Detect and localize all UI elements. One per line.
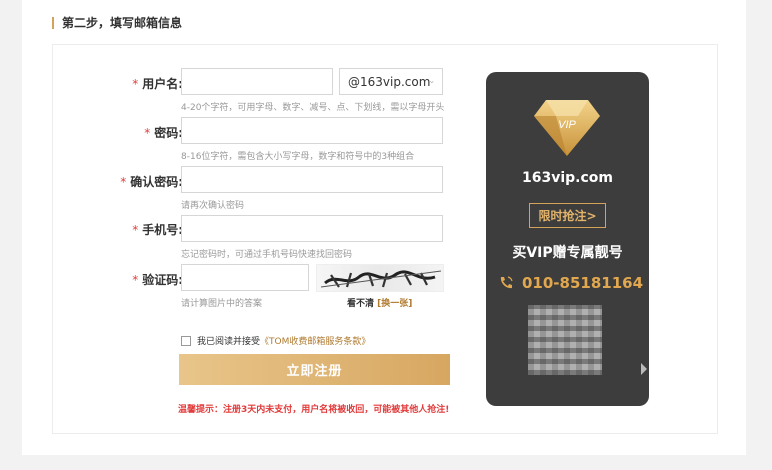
agreement-checkbox[interactable] bbox=[181, 335, 191, 346]
agreement-text: 我已阅读并接受 bbox=[197, 337, 261, 347]
domain-select[interactable]: @163vip.com bbox=[339, 68, 443, 95]
terms-link[interactable]: 《TOM收费邮箱服务条款》 bbox=[260, 334, 370, 347]
agreement-row: 我已阅读并接受 《TOM收费邮箱服务条款》 bbox=[181, 334, 370, 347]
required-mark: * bbox=[120, 175, 127, 189]
captcha-graphic bbox=[320, 270, 442, 288]
password-hint: 8-16位字符，需包含大小写字母，数字和符号中的3种组合 bbox=[181, 152, 415, 162]
phone-label: * 手机号: bbox=[53, 221, 183, 238]
scroll-arrow-icon[interactable] bbox=[641, 363, 647, 375]
vip-phone: 010-85181164 bbox=[498, 274, 643, 292]
captcha-label-text: 验证码: bbox=[142, 273, 183, 287]
password-label-text: 密码: bbox=[154, 126, 183, 140]
confirm-password-label: * 确认密码: bbox=[53, 173, 183, 190]
password-input[interactable] bbox=[181, 117, 443, 144]
qr-code-overlay bbox=[528, 305, 602, 375]
register-button[interactable]: 立即注册 bbox=[179, 354, 450, 385]
required-mark: * bbox=[132, 223, 139, 237]
captcha-image[interactable] bbox=[316, 264, 444, 292]
vip-promo-panel[interactable]: VIP 163vip.com 限时抢注> 买VIP赠专属靓号 010-85181… bbox=[486, 72, 649, 406]
confirm-password-label-text: 确认密码: bbox=[130, 175, 183, 189]
required-mark: * bbox=[132, 77, 139, 91]
phone-icon bbox=[500, 276, 513, 289]
phone-input[interactable] bbox=[181, 215, 443, 242]
captcha-input[interactable] bbox=[181, 264, 309, 291]
required-mark: * bbox=[132, 273, 139, 287]
phone-hint: 忘记密码时，可通过手机号码快速找回密码 bbox=[181, 250, 353, 260]
captcha-refresh-prefix: 看不清 bbox=[347, 299, 378, 309]
username-input[interactable] bbox=[181, 68, 333, 95]
vip-badge-text: VIP bbox=[558, 119, 576, 131]
section-title: 第二步，填写邮箱信息 bbox=[52, 14, 182, 31]
password-label: * 密码: bbox=[53, 124, 183, 141]
domain-select-value: @163vip.com bbox=[348, 74, 431, 89]
username-label-text: 用户名: bbox=[142, 77, 183, 91]
username-label: * 用户名: bbox=[53, 75, 183, 92]
confirm-password-hint: 请再次确认密码 bbox=[181, 201, 245, 211]
chevron-down-icon bbox=[430, 80, 434, 83]
captcha-hint: 请计算图片中的答案 bbox=[181, 299, 263, 309]
vip-slogan: 买VIP赠专属靓号 bbox=[512, 245, 623, 261]
captcha-refresh-link[interactable]: [换一张] bbox=[377, 299, 412, 309]
confirm-password-input[interactable] bbox=[181, 166, 443, 193]
vip-site: 163vip.com bbox=[522, 170, 613, 186]
username-hint: 4-20个字符，可用字母、数字、减号、点、下划线，需以字母开头 bbox=[181, 103, 445, 113]
section-title-bar bbox=[52, 16, 54, 29]
diamond-icon: VIP bbox=[534, 100, 600, 156]
warning-text: 温馨提示：注册3天内未支付，用户名将被收回，可能被其他人抢注! bbox=[178, 405, 450, 415]
captcha-refresh[interactable]: 看不清 [换一张] bbox=[347, 296, 412, 309]
captcha-label: * 验证码: bbox=[53, 271, 183, 288]
vip-phone-number: 010-85181164 bbox=[522, 274, 644, 292]
required-mark: * bbox=[144, 126, 151, 140]
rush-register-button[interactable]: 限时抢注> bbox=[529, 203, 606, 228]
phone-label-text: 手机号: bbox=[142, 223, 183, 237]
section-title-text: 第二步，填写邮箱信息 bbox=[62, 16, 183, 30]
